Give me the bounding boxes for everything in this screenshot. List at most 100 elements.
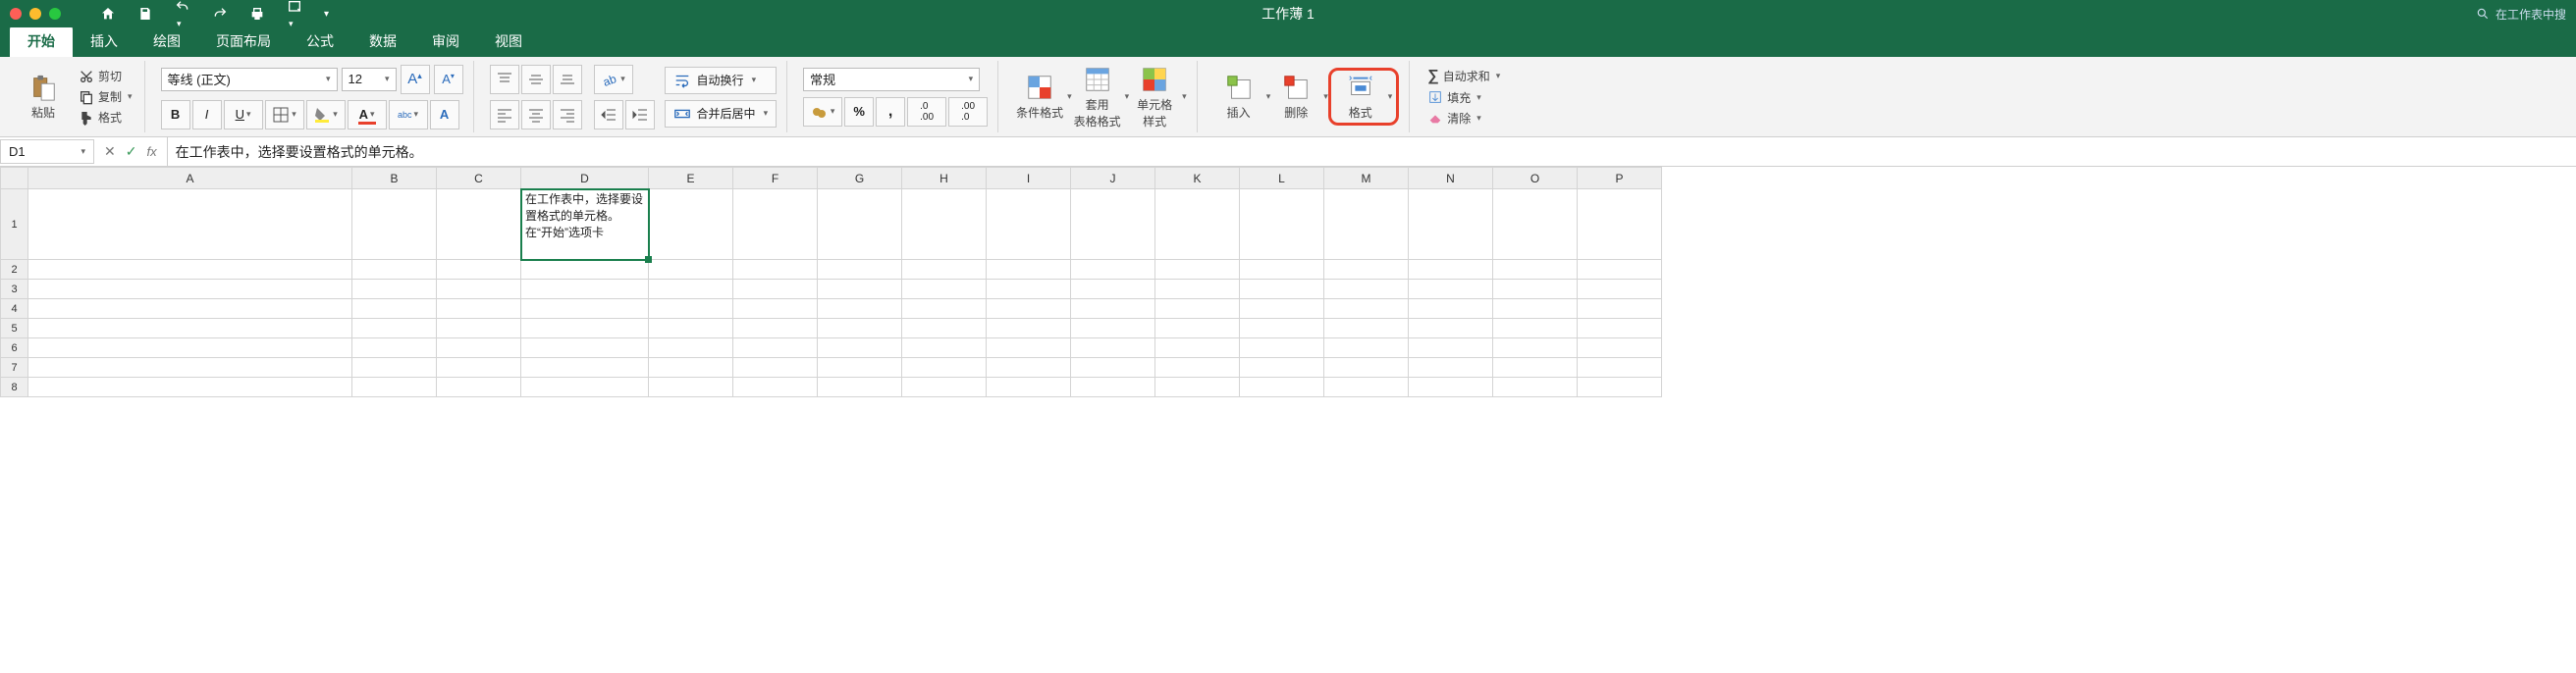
cell[interactable] — [1578, 358, 1662, 378]
cell[interactable] — [902, 338, 987, 358]
cell[interactable] — [1493, 189, 1578, 260]
row-header[interactable]: 4 — [1, 299, 28, 319]
align-top-button[interactable] — [490, 65, 519, 94]
cell[interactable] — [1578, 260, 1662, 280]
column-header[interactable]: E — [649, 168, 733, 189]
cell[interactable] — [1240, 280, 1324, 299]
print-icon[interactable] — [249, 6, 265, 22]
column-header[interactable]: K — [1155, 168, 1240, 189]
column-header[interactable]: F — [733, 168, 818, 189]
title-search[interactable]: 在工作表中搜 — [2476, 6, 2566, 23]
align-left-button[interactable] — [490, 100, 519, 129]
cancel-formula-icon[interactable]: ✕ — [104, 143, 116, 160]
cell[interactable] — [521, 299, 649, 319]
cell[interactable] — [902, 358, 987, 378]
more-qat-icon[interactable]: ▾ — [324, 9, 329, 20]
sheet-icon[interactable]: ▾ — [287, 0, 302, 29]
cell[interactable] — [1493, 280, 1578, 299]
percent-button[interactable]: % — [844, 97, 874, 127]
row-header[interactable]: 3 — [1, 280, 28, 299]
format-cells-dropdown[interactable]: ▾ — [1388, 91, 1393, 102]
cell[interactable] — [28, 319, 352, 338]
cell[interactable] — [521, 319, 649, 338]
italic-button[interactable]: I — [192, 100, 222, 129]
cell[interactable] — [437, 189, 521, 260]
cell[interactable] — [1155, 260, 1240, 280]
cell[interactable] — [1578, 299, 1662, 319]
cell[interactable] — [818, 189, 902, 260]
close-window-icon[interactable] — [10, 8, 22, 20]
redo-icon[interactable] — [212, 6, 228, 22]
conditional-format-button[interactable]: 条件格式 — [1014, 73, 1065, 121]
column-header[interactable]: I — [987, 168, 1071, 189]
cell[interactable] — [1578, 280, 1662, 299]
cell[interactable] — [1578, 189, 1662, 260]
save-icon[interactable] — [137, 6, 153, 22]
cell[interactable] — [521, 378, 649, 397]
format-cells-button[interactable]: 格式 — [1335, 73, 1386, 121]
cell[interactable] — [1324, 280, 1409, 299]
delete-cells-button[interactable]: 删除 — [1270, 73, 1321, 121]
cell[interactable] — [733, 319, 818, 338]
cell[interactable] — [1155, 189, 1240, 260]
column-header[interactable]: B — [352, 168, 437, 189]
cell[interactable] — [437, 299, 521, 319]
tab-pagelayout[interactable]: 页面布局 — [198, 26, 289, 57]
tab-draw[interactable]: 绘图 — [135, 26, 198, 57]
cell[interactable] — [1324, 299, 1409, 319]
fill-color-button[interactable]: ▾ — [306, 100, 346, 129]
cell[interactable] — [987, 280, 1071, 299]
decrease-font-button[interactable]: A▾ — [434, 65, 463, 94]
row-header[interactable]: 2 — [1, 260, 28, 280]
cell[interactable] — [818, 378, 902, 397]
cell[interactable] — [28, 189, 352, 260]
tab-data[interactable]: 数据 — [351, 26, 414, 57]
cell[interactable] — [1240, 378, 1324, 397]
cell[interactable] — [28, 338, 352, 358]
insert-cells-button[interactable]: 插入 — [1213, 73, 1264, 121]
cell[interactable] — [1324, 378, 1409, 397]
cell[interactable] — [1578, 338, 1662, 358]
cell[interactable] — [1578, 319, 1662, 338]
cell[interactable] — [902, 299, 987, 319]
row-header[interactable]: 5 — [1, 319, 28, 338]
cell[interactable] — [352, 378, 437, 397]
cell[interactable] — [987, 338, 1071, 358]
column-header[interactable]: M — [1324, 168, 1409, 189]
decrease-indent-button[interactable] — [594, 100, 623, 129]
increase-indent-button[interactable] — [625, 100, 655, 129]
paste-button[interactable]: 粘贴 — [18, 73, 69, 121]
fx-icon[interactable]: fx — [146, 144, 156, 159]
cell[interactable] — [28, 378, 352, 397]
cell[interactable] — [1155, 338, 1240, 358]
cell[interactable] — [521, 358, 649, 378]
cell[interactable] — [1155, 319, 1240, 338]
cell[interactable] — [437, 338, 521, 358]
enter-formula-icon[interactable]: ✓ — [126, 143, 137, 160]
row-header[interactable]: 1 — [1, 189, 28, 260]
cell[interactable] — [1240, 299, 1324, 319]
tab-review[interactable]: 审阅 — [414, 26, 477, 57]
home-icon[interactable] — [100, 6, 116, 22]
cell[interactable] — [28, 299, 352, 319]
cell[interactable] — [1240, 338, 1324, 358]
tab-formulas[interactable]: 公式 — [289, 26, 351, 57]
maximize-window-icon[interactable] — [49, 8, 61, 20]
cell[interactable] — [733, 338, 818, 358]
cell[interactable] — [1493, 378, 1578, 397]
align-bottom-button[interactable] — [553, 65, 582, 94]
cell[interactable] — [1071, 319, 1155, 338]
cell[interactable] — [1071, 378, 1155, 397]
column-header[interactable]: N — [1409, 168, 1493, 189]
column-header[interactable]: A — [28, 168, 352, 189]
cell[interactable] — [733, 299, 818, 319]
cell[interactable] — [902, 319, 987, 338]
cell[interactable] — [352, 358, 437, 378]
name-box[interactable]: D1▾ — [0, 139, 94, 164]
cell[interactable] — [1578, 378, 1662, 397]
cell[interactable] — [987, 358, 1071, 378]
cell[interactable] — [1071, 338, 1155, 358]
cell[interactable] — [733, 260, 818, 280]
cell[interactable] — [818, 358, 902, 378]
cell[interactable] — [987, 299, 1071, 319]
